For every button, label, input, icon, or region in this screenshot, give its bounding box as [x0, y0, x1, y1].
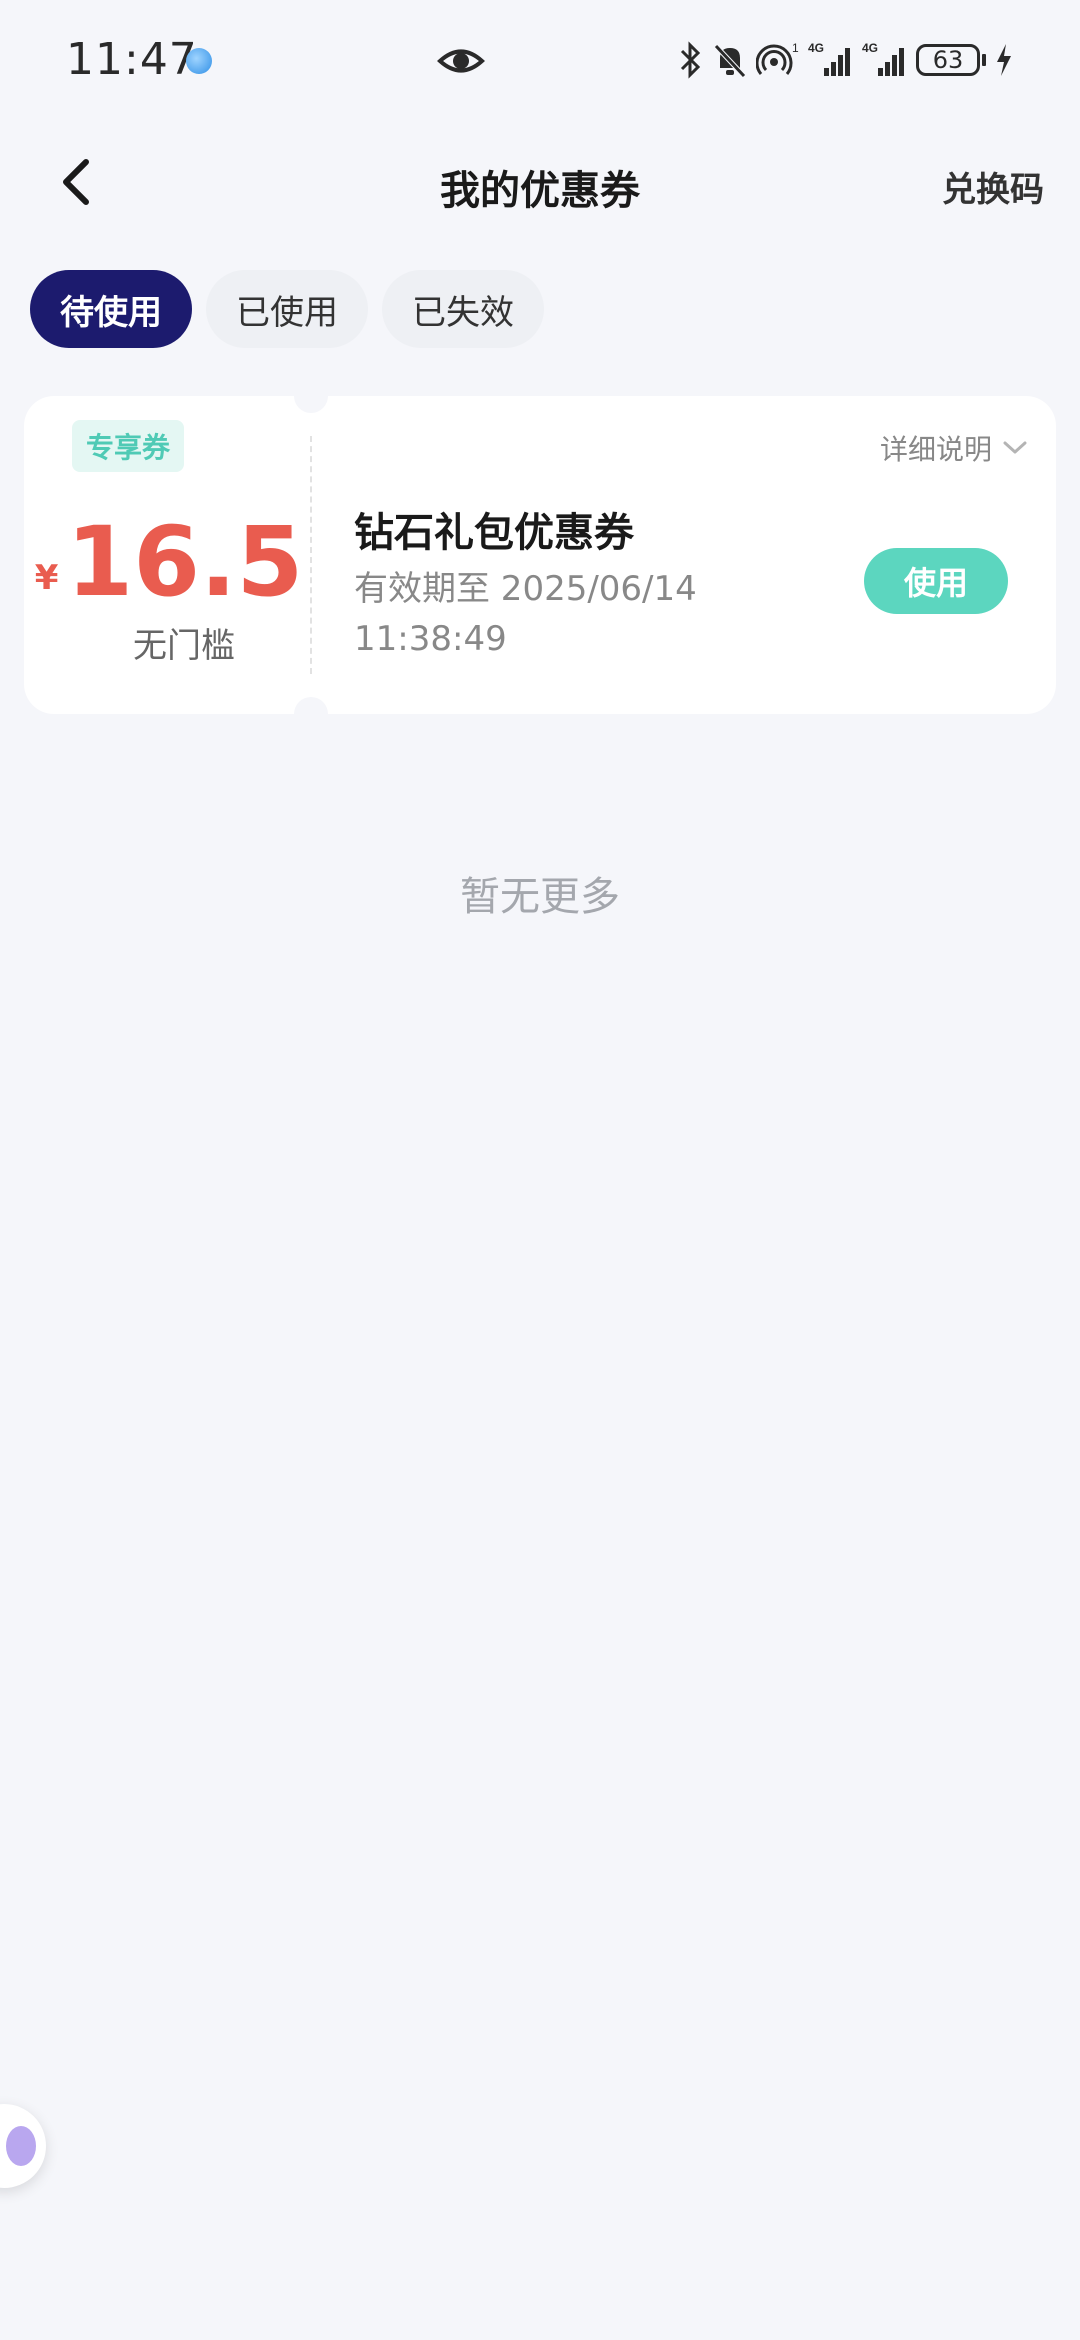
use-coupon-button[interactable]: 使用 — [864, 548, 1008, 614]
coupon-type-badge: 专享券 — [72, 420, 185, 472]
coupon-validity: 有效期至 2025/06/14 11:38:49 — [354, 569, 697, 659]
detail-label: 详细说明 — [879, 433, 992, 466]
bell-muted-icon — [714, 44, 746, 78]
battery-icon: 63 — [916, 44, 986, 76]
detail-toggle[interactable]: 详细说明 — [880, 428, 1028, 468]
signal-4g-icon: 4G — [808, 41, 850, 76]
hotspot-icon: 1 — [756, 41, 799, 75]
bluetooth-icon — [680, 41, 701, 79]
hotspot-index: 1 — [792, 41, 799, 55]
network-label-1: 4G — [808, 41, 824, 55]
coupon-status-tabs: 待使用 已使用 已失效 — [30, 270, 544, 348]
tab-pending[interactable]: 待使用 — [30, 270, 192, 348]
no-more-text: 暂无更多 — [460, 874, 620, 920]
tab-used[interactable]: 已使用 — [206, 270, 368, 348]
coupon-card: 专享券 ¥ 16.5 无门槛 详细说明 钻石礼包优惠券 有效期至 2025/06… — [24, 396, 1056, 714]
charging-icon — [997, 44, 1011, 76]
coupon-amount: ¥ 16.5 — [35, 514, 304, 610]
assistant-icon — [6, 2126, 36, 2166]
currency-symbol: ¥ — [34, 558, 59, 598]
amount-value: 16.5 — [66, 506, 304, 618]
eye-comfort-icon — [437, 49, 485, 73]
status-bar: 11:47 1 4G 4G 63 — [0, 0, 1080, 120]
page-title: 我的优惠券 — [440, 168, 640, 214]
app-notification-icon — [186, 48, 212, 74]
coupon-threshold: 无门槛 — [133, 626, 235, 666]
status-time: 11:47 — [66, 34, 198, 85]
battery-level: 63 — [916, 44, 980, 76]
tab-expired[interactable]: 已失效 — [382, 270, 544, 348]
floating-assistant-button[interactable] — [0, 2104, 46, 2188]
nav-header: 我的优惠券 兑换码 — [0, 120, 1080, 250]
network-label-2: 4G — [862, 41, 878, 55]
chevron-down-icon — [1003, 441, 1027, 454]
coupon-name: 钻石礼包优惠券 — [354, 510, 634, 556]
redeem-code-button[interactable]: 兑换码 — [942, 162, 1044, 211]
signal-4g-icon-2: 4G — [862, 41, 904, 76]
